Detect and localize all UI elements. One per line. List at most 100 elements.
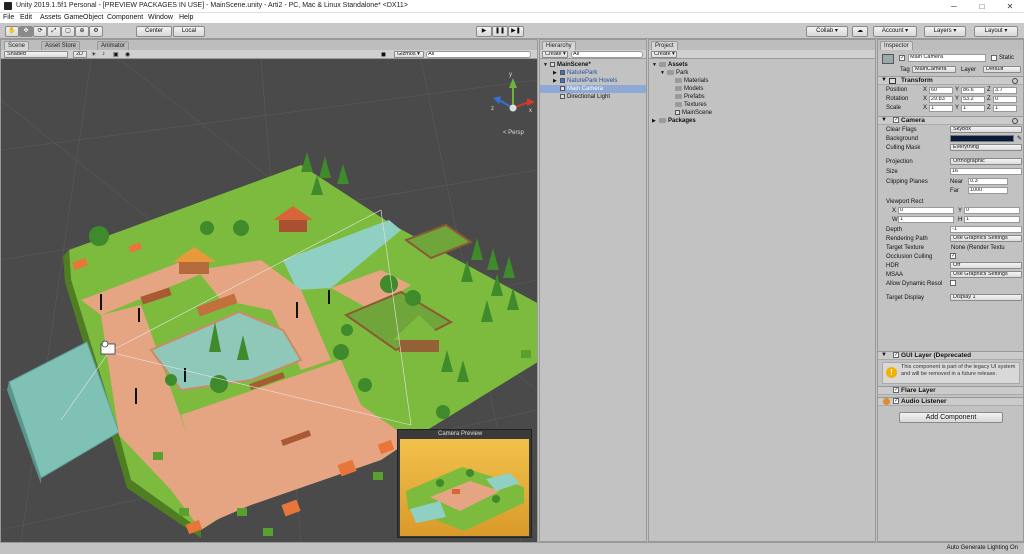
project-item[interactable]: ▼ Park [649,69,875,77]
vy-field[interactable]: 0 [964,207,1020,214]
layout-button[interactable]: Layout ▾ [974,26,1018,37]
transform-settings-icon[interactable] [1012,78,1018,84]
object-name-field[interactable]: Main Camera [908,54,986,62]
static-checkbox[interactable] [991,55,997,61]
hierarchy-item[interactable]: ▶ NaturePark [540,69,646,77]
menu-item-file[interactable]: File [3,14,14,21]
menu-item-help[interactable]: Help [179,14,193,21]
collab-button[interactable]: Collab ▾ [806,26,848,37]
hierarchy-item[interactable]: Main Camera [540,85,646,93]
near-field[interactable]: 0.3 [968,178,1008,185]
menu-item-window[interactable]: Window [148,14,173,21]
gui-layer-header[interactable]: GUI Layer (Deprecated [878,351,1023,360]
transform-tool-icon[interactable]: ⊕ [75,26,89,37]
foldout-arrow-icon[interactable]: ▶ [553,77,560,85]
position-z-field[interactable]: 3.7 [993,87,1017,94]
occlusion-culling-checkbox[interactable]: ✓ [950,253,956,259]
rendering-path-dropdown[interactable]: Use Graphics Settings [950,235,1022,242]
audio-toggle-icon[interactable]: ♪ [102,51,105,57]
rotate-tool-icon[interactable]: ⟳ [33,26,47,37]
foldout-arrow-icon[interactable]: ▶ [553,69,560,77]
size-field[interactable]: 16 [950,168,1022,175]
hierarchy-item[interactable]: Directional Light [540,93,646,101]
tab-asset-store[interactable]: Asset Store [41,41,81,50]
project-item[interactable]: MainScene [649,109,875,117]
tab-inspector[interactable]: Inspector [880,41,913,50]
expand-arrow-icon[interactable]: ▼ [881,117,887,123]
foldout-arrow-icon[interactable]: ▼ [652,61,659,69]
vh-field[interactable]: 1 [964,216,1020,223]
hierarchy-search-input[interactable]: All [571,51,643,58]
camera-enabled-checkbox[interactable]: ✓ [893,117,899,123]
pivot-center-button[interactable]: Center [136,26,172,37]
step-button[interactable]: ▶❚ [508,26,524,37]
project-item[interactable]: Materials [649,77,875,85]
active-checkbox[interactable]: ✓ [899,55,905,61]
foldout-arrow-icon[interactable]: ▶ [652,117,659,125]
tab-project[interactable]: Project [651,41,678,50]
clear-flags-dropdown[interactable]: Skybox [950,126,1022,133]
camera-component-header[interactable]: Camera [878,116,1023,125]
add-component-button[interactable]: Add Component [899,412,1003,423]
scene-search-input[interactable]: All [426,51,531,58]
project-item[interactable]: ▶ Packages [649,117,875,125]
effects-toggle-icon[interactable]: ▣ [113,51,119,58]
scale-y-field[interactable]: 1 [961,105,985,112]
depth-field[interactable]: -1 [950,226,1022,233]
audio-listener-checkbox[interactable]: ✓ [893,398,899,404]
custom-tool-icon[interactable]: ⚙ [89,26,103,37]
expand-arrow-icon[interactable]: ▼ [881,352,887,358]
scene-camera-icon[interactable]: ◼ [381,51,386,58]
pivot-local-button[interactable]: Local [173,26,205,37]
expand-arrow-icon[interactable]: ▼ [881,77,887,83]
target-texture-field[interactable]: None (Render Textu [951,245,1005,251]
tab-animator[interactable]: Animator [97,41,130,50]
hierarchy-item[interactable]: ▶ NaturePark Hovels [540,77,646,85]
hierarchy-item[interactable]: ▼ MainScene* [540,61,646,69]
vx-field[interactable]: 0 [898,207,954,214]
shading-mode-dropdown[interactable]: Shaded [4,51,68,58]
menu-item-assets[interactable]: Assets [40,14,61,21]
rect-tool-icon[interactable]: ▢ [61,26,75,37]
move-tool-icon[interactable]: ✥ [19,26,33,37]
rotation-y-field[interactable]: 53.2 [961,96,985,103]
far-field[interactable]: 1000 [968,187,1008,194]
gui-layer-checkbox[interactable]: ✓ [893,352,899,358]
hidden-toggle-icon[interactable]: ◉ [125,51,130,58]
project-item[interactable]: Prefabs [649,93,875,101]
hdr-dropdown[interactable]: Off [950,262,1022,269]
layers-button[interactable]: Layers ▾ [924,26,966,37]
vw-field[interactable]: 1 [898,216,954,223]
project-item[interactable]: Textures [649,101,875,109]
scale-z-field[interactable]: 1 [993,105,1017,112]
transform-header[interactable]: Transform [878,76,1023,85]
pause-button[interactable]: ❚❚ [492,26,508,37]
rotation-z-field[interactable]: 0 [993,96,1017,103]
foldout-arrow-icon[interactable]: ▼ [543,61,550,69]
dynamic-resolution-checkbox[interactable] [950,280,956,286]
minimize-button[interactable]: ─ [940,0,968,13]
cloud-icon[interactable]: ☁ [852,26,868,37]
hierarchy-create-dropdown[interactable]: Create ▾ [542,51,568,58]
project-item[interactable]: ▼ Assets [649,61,875,69]
project-create-dropdown[interactable]: Create ▾ [651,51,677,58]
camera-settings-icon[interactable] [1012,118,1018,124]
hand-tool-icon[interactable]: ✋ [5,26,19,37]
scale-x-field[interactable]: 1 [929,105,953,112]
account-button[interactable]: Account ▾ [873,26,917,37]
position-x-field[interactable]: 60 [929,87,953,94]
gizmos-dropdown[interactable]: Gizmos ▾ [394,51,424,58]
color-picker-icon[interactable]: ✎ [1017,135,1022,142]
tag-dropdown[interactable]: MainCamera [912,66,956,73]
maximize-button[interactable]: □ [968,0,996,13]
tab-scene[interactable]: Scene [4,41,30,50]
close-button[interactable]: ✕ [996,0,1024,13]
msaa-dropdown[interactable]: Use Graphics Settings [950,271,1022,278]
background-color-swatch[interactable] [950,135,1014,142]
2d-toggle[interactable]: 2D [73,51,87,58]
flare-layer-header[interactable]: Flare Layer [878,386,1023,395]
audio-listener-header[interactable]: Audio Listener [878,397,1023,406]
position-y-field[interactable]: 86.6 [961,87,985,94]
target-display-dropdown[interactable]: Display 1 [950,294,1022,301]
layer-dropdown[interactable]: Default [983,66,1021,73]
